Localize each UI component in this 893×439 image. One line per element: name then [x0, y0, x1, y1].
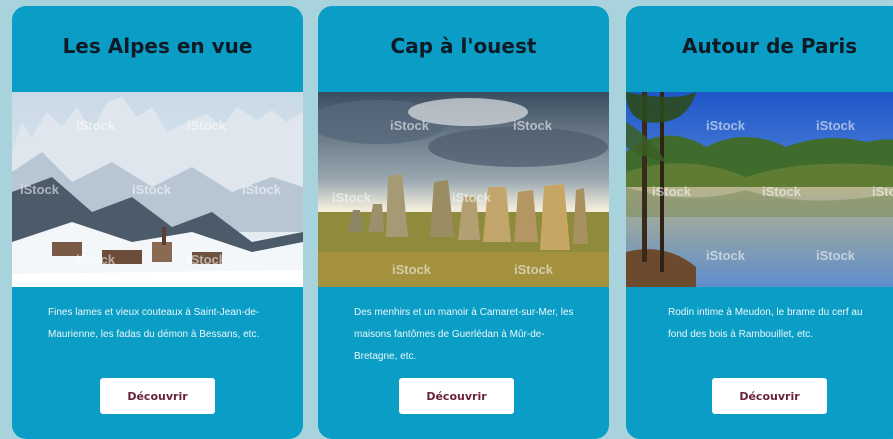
watermark: iStock: [76, 252, 116, 267]
watermark: iStock: [76, 118, 116, 133]
watermark: iStock: [20, 182, 60, 197]
watermark: iStock: [706, 118, 746, 133]
watermark: iStock: [706, 248, 746, 263]
watermark: iStock: [762, 184, 802, 199]
watermark: iStock: [390, 118, 430, 133]
card-description: Fines lames et vieux couteaux à Saint-Je…: [48, 307, 260, 340]
watermark: iStock: [816, 118, 856, 133]
card-cap-ouest: Cap à l'ouest iStock iStock iStock iStoc…: [318, 6, 609, 439]
card-image-pond: iStock iStock iStock iStock iStock iStoc…: [626, 92, 893, 287]
watermark: iStock: [392, 262, 432, 277]
card-autour-paris: Autour de Paris iStock iStock iStock iSt…: [626, 6, 893, 439]
discover-button[interactable]: Découvrir: [100, 378, 215, 414]
discover-button[interactable]: Découvrir: [712, 378, 827, 414]
watermark: iStock: [872, 184, 893, 199]
watermark: iStock: [513, 118, 553, 133]
card-image-alps: iStock iStock iStock iStock iStock iStoc…: [12, 92, 303, 287]
watermark: iStock: [242, 182, 282, 197]
discover-button[interactable]: Découvrir: [399, 378, 514, 414]
watermark: iStock: [187, 118, 227, 133]
card-title: Les Alpes en vue: [62, 34, 253, 58]
card-alpes: Les Alpes en vue iStock iStock iStock iS: [12, 6, 303, 439]
card-image-menhirs: iStock iStock iStock iStock iStock iStoc…: [318, 92, 609, 287]
card-description: Des menhirs et un manoir à Camaret-sur-M…: [354, 307, 574, 362]
watermark: iStock: [452, 190, 492, 205]
card-title: Cap à l'ouest: [390, 34, 537, 58]
watermark: iStock: [187, 252, 227, 267]
card-title: Autour de Paris: [682, 34, 858, 58]
watermark: iStock: [132, 182, 172, 197]
watermark: iStock: [816, 248, 856, 263]
watermark: iStock: [514, 262, 554, 277]
watermark: iStock: [652, 184, 692, 199]
watermark: iStock: [332, 190, 372, 205]
card-description: Rodin intime à Meudon, le brame du cerf …: [668, 307, 863, 340]
